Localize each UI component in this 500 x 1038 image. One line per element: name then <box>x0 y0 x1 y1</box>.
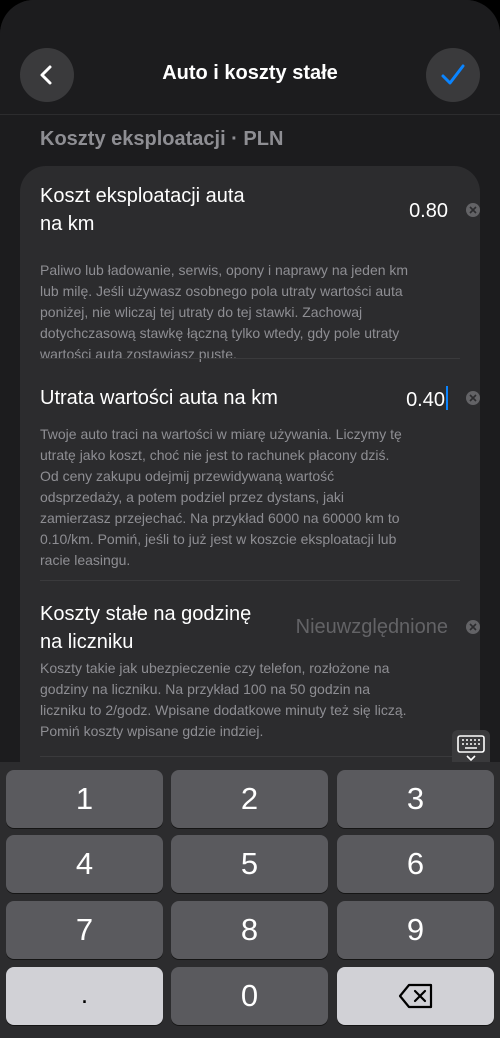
description-line: zamierzasz przejechać. Na przykład 6000 … <box>40 510 400 526</box>
description-line: dotychczasową stawkę łączną tylko wtedy,… <box>40 325 400 341</box>
description-line: Twoje auto traci na wartości w miarę uży… <box>40 426 402 442</box>
navigation-header: Auto i koszty stałe <box>0 0 500 115</box>
clear-icon[interactable] <box>466 620 480 634</box>
key-0[interactable]: 0 <box>171 967 328 1025</box>
key-backspace[interactable] <box>337 967 494 1025</box>
fixed-cost-input[interactable]: Nieuwzględnione <box>296 616 448 639</box>
field-description: Koszty takie jak ubezpieczenie czy telef… <box>40 658 460 742</box>
keyboard-dismiss-icon <box>457 735 485 762</box>
field-label: Koszt eksploatacji auta na km <box>40 182 245 238</box>
operating-cost-input[interactable]: 0.80 <box>409 200 448 223</box>
divider <box>40 580 460 581</box>
field-description: Paliwo lub ładowanie, serwis, opony i na… <box>40 260 460 365</box>
divider <box>40 756 460 757</box>
section-title: Koszty eksploatacji · PLN <box>40 128 284 150</box>
page-title: Auto i koszty stałe <box>162 62 338 84</box>
clear-icon[interactable] <box>466 391 480 405</box>
description-line: poniżej, nie wliczaj tej utraty do tej s… <box>40 304 363 320</box>
field-fixed-cost-per-hour: Koszty stałe na godzinę na liczniku Nieu… <box>40 600 480 760</box>
confirm-button[interactable] <box>426 48 480 102</box>
clear-icon[interactable] <box>466 203 480 217</box>
backspace-icon <box>398 983 432 1009</box>
key-decimal[interactable]: . <box>6 967 163 1025</box>
field-label-line: na km <box>40 213 95 235</box>
description-line: racie leasingu. <box>40 552 131 568</box>
field-label-line: na liczniku <box>40 631 134 653</box>
field-operating-cost: Koszt eksploatacji auta na km 0.80 Paliw… <box>40 182 480 362</box>
divider <box>40 358 460 359</box>
depreciation-value: 0.40 <box>406 389 445 411</box>
description-line: 0.10/km. Pomiń, jeśli to już jest w kosz… <box>40 531 397 547</box>
description-line: lub milę. Jeśli używasz osobnego pola ut… <box>40 283 403 299</box>
field-label-line: Koszty stałe na godzinę <box>40 603 252 625</box>
checkmark-icon <box>441 64 465 85</box>
description-line: godziny na liczniku. Na przykład 100 na … <box>40 681 370 697</box>
description-line: wartości auta zostawiasz puste. <box>40 346 237 362</box>
key-6[interactable]: 6 <box>337 835 494 893</box>
key-4[interactable]: 4 <box>6 835 163 893</box>
key-1[interactable]: 1 <box>6 770 163 828</box>
field-label-line: Koszt eksploatacji auta <box>40 185 245 207</box>
description-line: Od ceny zakupu odejmij przewidywaną wart… <box>40 468 335 484</box>
description-line: odsprzedaży, a potem podziel przez dysta… <box>40 489 345 505</box>
key-8[interactable]: 8 <box>171 901 328 959</box>
cost-fields-card: Koszt eksploatacji auta na km 0.80 Paliw… <box>20 166 480 786</box>
description-line: Pomiń koszty wpisane gdzie indziej. <box>40 723 264 739</box>
key-7[interactable]: 7 <box>6 901 163 959</box>
description-line: Koszty takie jak ubezpieczenie czy telef… <box>40 660 390 676</box>
field-description: Twoje auto traci na wartości w miarę uży… <box>40 424 460 571</box>
text-caret <box>446 386 448 410</box>
field-label: Koszty stałe na godzinę na liczniku <box>40 600 251 656</box>
key-9[interactable]: 9 <box>337 901 494 959</box>
key-5[interactable]: 5 <box>171 835 328 893</box>
field-depreciation: Utrata wartości auta na km 0.40 Twoje au… <box>40 384 480 568</box>
key-2[interactable]: 2 <box>171 770 328 828</box>
keyboard-dismiss-button[interactable] <box>452 730 490 766</box>
field-label: Utrata wartości auta na km <box>40 387 278 409</box>
description-line: utratę jako koszt, choć nie jest to rach… <box>40 447 390 463</box>
numeric-keypad: 1 2 3 4 5 6 7 8 9 . 0 <box>0 762 500 1038</box>
depreciation-input[interactable]: 0.40 <box>406 386 448 412</box>
description-line: Paliwo lub ładowanie, serwis, opony i na… <box>40 262 409 278</box>
description-line: liczniku to 2/godz. Wpisane dodatkowe mi… <box>40 702 407 718</box>
settings-sheet: Auto i koszty stałe Koszty eksploatacji … <box>0 0 500 1038</box>
key-3[interactable]: 3 <box>337 770 494 828</box>
